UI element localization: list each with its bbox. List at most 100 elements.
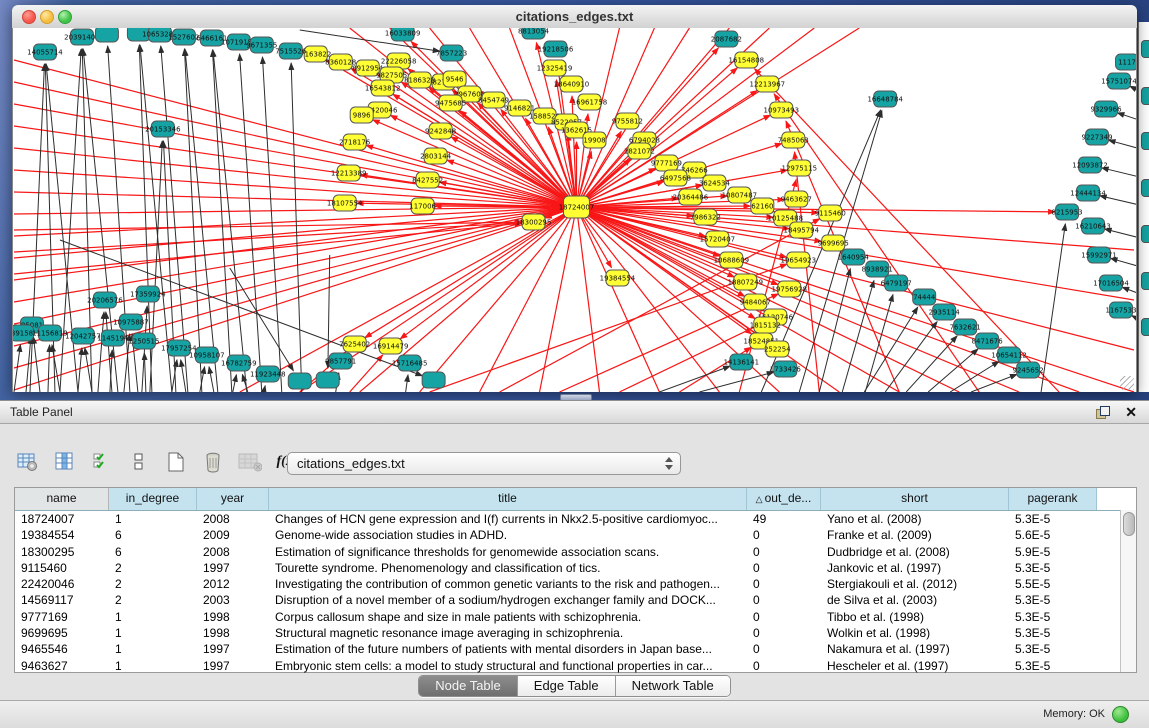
table-cell[interactable]: Estimation of significance thresholds fo… [269, 544, 747, 560]
close-panel-icon[interactable]: ✕ [1125, 404, 1137, 420]
graph-node[interactable] [288, 373, 311, 389]
table-cell[interactable]: 2012 [197, 576, 269, 592]
table-cell[interactable]: 5.3E-5 [1009, 511, 1097, 527]
table-cell[interactable]: 0 [747, 609, 821, 625]
table-cell[interactable]: 18300295 [15, 544, 109, 560]
column-header-title[interactable]: title [269, 488, 747, 510]
network-canvas[interactable]: 1872400718300295716382283601288912954222… [12, 28, 1137, 392]
table-cell[interactable]: 0 [747, 658, 821, 674]
table-cell[interactable]: Investigating the contribution of common… [269, 576, 747, 592]
tab-edge-table[interactable]: Edge Table [518, 676, 616, 696]
table-row[interactable]: 969969511998Structural magnetic resonanc… [15, 625, 1136, 641]
table-cell[interactable]: 1998 [197, 609, 269, 625]
scrollbar-thumb[interactable] [1123, 512, 1135, 536]
table-cell[interactable]: 2009 [197, 527, 269, 543]
table-row[interactable]: 1456911722003Disruption of a novel membe… [15, 592, 1136, 608]
table-cell[interactable]: Embryonic stem cells: a model to study s… [269, 658, 747, 674]
table-cell[interactable]: 9115460 [15, 560, 109, 576]
column-header-name[interactable]: name [15, 488, 109, 510]
table-cell[interactable]: 18724007 [15, 511, 109, 527]
table-selector-dropdown[interactable]: citations_edges.txt [287, 452, 681, 475]
table-cell[interactable]: 2008 [197, 544, 269, 560]
table-cell[interactable]: Franke et al. (2009) [821, 527, 1009, 543]
network-view-window[interactable]: citations_edges.txt 18724007183002957163… [12, 5, 1137, 392]
table-row[interactable]: 1830029562008Estimation of significance … [15, 544, 1136, 560]
vertical-scrollbar[interactable] [1120, 510, 1136, 672]
table-cell[interactable]: 0 [747, 544, 821, 560]
window-titlebar[interactable]: citations_edges.txt [12, 5, 1137, 29]
table-cell[interactable]: Yano et al. (2008) [821, 511, 1009, 527]
table-row[interactable]: 1938455462009Genome-wide association stu… [15, 527, 1136, 543]
tab-network-table[interactable]: Network Table [616, 676, 730, 696]
column-header-pagerank[interactable]: pagerank [1009, 488, 1097, 510]
table-cell[interactable]: 2008 [197, 511, 269, 527]
table-cell[interactable]: 1 [109, 641, 197, 657]
table-cell[interactable]: 5.9E-5 [1009, 544, 1097, 560]
table-cell[interactable]: 5.3E-5 [1009, 641, 1097, 657]
table-cell[interactable]: 0 [747, 592, 821, 608]
table-cell[interactable]: Hescheler et al. (1997) [821, 658, 1009, 674]
table-cell[interactable]: Nakamura et al. (1997) [821, 641, 1009, 657]
table-cell[interactable]: 9465546 [15, 641, 109, 657]
table-cell[interactable]: 19384554 [15, 527, 109, 543]
table-cell[interactable]: 1 [109, 625, 197, 641]
table-panel-header[interactable]: Table Panel ✕ [0, 401, 1149, 424]
table-cell[interactable]: 2003 [197, 592, 269, 608]
table-cell[interactable]: 5.3E-5 [1009, 560, 1097, 576]
table-settings-icon[interactable] [16, 450, 40, 474]
delete-table-icon[interactable] [201, 450, 225, 474]
table-cell[interactable]: 9777169 [15, 609, 109, 625]
window-resize-grip[interactable] [1120, 376, 1134, 390]
table-cell[interactable]: 1997 [197, 641, 269, 657]
table-cell[interactable]: Dudbridge et al. (2008) [821, 544, 1009, 560]
graph-node[interactable] [95, 28, 118, 42]
row-selection-icon[interactable] [90, 450, 114, 474]
import-table-disabled-icon[interactable] [238, 450, 262, 474]
table-cell[interactable]: 1998 [197, 625, 269, 641]
table-cell[interactable]: 0 [747, 576, 821, 592]
table-cell[interactable]: 6 [109, 527, 197, 543]
table-row[interactable]: 946362711997Embryonic stem cells: a mode… [15, 658, 1136, 674]
table-row[interactable]: 2242004622012Investigating the contribut… [15, 576, 1136, 592]
table-cell[interactable]: 1997 [197, 560, 269, 576]
tab-node-table[interactable]: Node Table [419, 676, 518, 696]
table-cell[interactable]: 22420046 [15, 576, 109, 592]
graph-node[interactable] [316, 372, 339, 388]
table-row[interactable]: 1872400712008Changes of HCN gene express… [15, 511, 1136, 527]
table-cell[interactable]: Genome-wide association studies in ADHD. [269, 527, 747, 543]
table-cell[interactable]: 9699695 [15, 625, 109, 641]
table-cell[interactable]: 49 [747, 511, 821, 527]
table-cell[interactable]: Disruption of a novel member of a sodium… [269, 592, 747, 608]
table-cell[interactable]: 2 [109, 576, 197, 592]
memory-status-indicator[interactable] [1112, 706, 1129, 723]
new-table-icon[interactable] [164, 450, 188, 474]
table-cell[interactable]: Stergiakouli et al. (2012) [821, 576, 1009, 592]
table-cell[interactable]: 1997 [197, 658, 269, 674]
column-header-short[interactable]: short [821, 488, 1009, 510]
table-cell[interactable]: 1 [109, 658, 197, 674]
table-cell[interactable]: 1 [109, 511, 197, 527]
table-cell[interactable]: 0 [747, 625, 821, 641]
table-cell[interactable]: 5.5E-5 [1009, 576, 1097, 592]
column-header-out_de[interactable]: △out_de... [747, 488, 821, 510]
table-row[interactable]: 946554611997Estimation of the future num… [15, 641, 1136, 657]
table-cell[interactable]: Jankovic et al. (1997) [821, 560, 1009, 576]
table-row[interactable]: 977716911998Corpus callosum shape and si… [15, 609, 1136, 625]
table-cell[interactable]: de Silva et al. (2003) [821, 592, 1009, 608]
column-header-year[interactable]: year [197, 488, 269, 510]
table-cell[interactable]: 5.6E-5 [1009, 527, 1097, 543]
table-cell[interactable]: 1 [109, 609, 197, 625]
column-visibility-icon[interactable] [53, 450, 77, 474]
table-cell[interactable]: Wolkin et al. (1998) [821, 625, 1009, 641]
table-cell[interactable]: 0 [747, 560, 821, 576]
table-cell[interactable]: 0 [747, 641, 821, 657]
float-panel-icon[interactable] [1096, 406, 1109, 419]
table-cell[interactable]: Corpus callosum shape and size in male p… [269, 609, 747, 625]
table-cell[interactable]: 14569117 [15, 592, 109, 608]
table-cell[interactable]: 2 [109, 592, 197, 608]
table-cell[interactable]: 5.3E-5 [1009, 609, 1097, 625]
table-cell[interactable]: 6 [109, 544, 197, 560]
table-cell[interactable]: 5.3E-5 [1009, 625, 1097, 641]
table-cell[interactable]: Structural magnetic resonance image aver… [269, 625, 747, 641]
graph-node[interactable] [422, 372, 445, 388]
